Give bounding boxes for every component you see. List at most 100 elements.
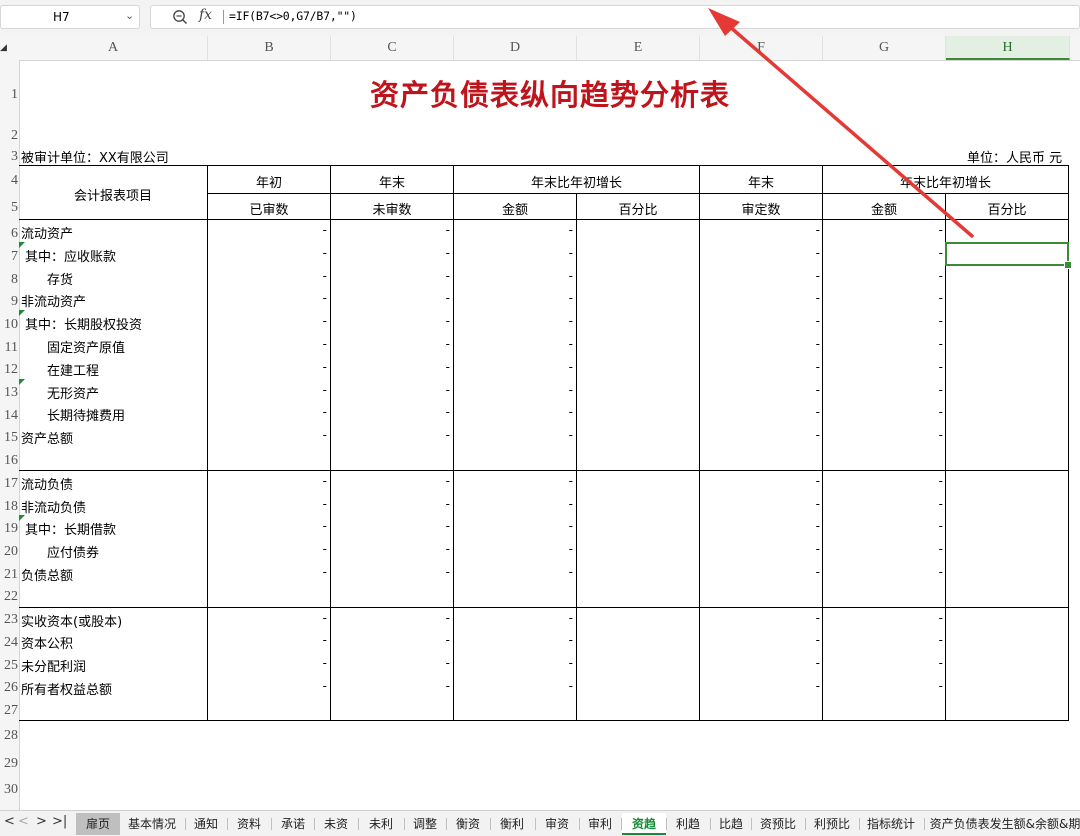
sheet-tab[interactable]: 未资 — [315, 813, 357, 835]
value-cell[interactable]: - — [319, 337, 327, 351]
sheet-tab[interactable]: 审利 — [580, 813, 620, 835]
value-cell[interactable]: - — [442, 291, 450, 305]
value-cell[interactable]: - — [935, 383, 943, 397]
value-cell[interactable]: - — [812, 428, 820, 442]
value-cell[interactable]: - — [442, 246, 450, 260]
value-cell[interactable]: - — [565, 679, 573, 693]
sheet-tab[interactable]: 通知 — [186, 813, 226, 835]
fx-icon[interactable]: fx — [199, 7, 212, 23]
row-header-16[interactable]: 16 — [0, 453, 18, 469]
sheet-tab[interactable]: 衡资 — [447, 813, 489, 835]
value-cell[interactable]: - — [565, 405, 573, 419]
value-cell[interactable]: - — [442, 428, 450, 442]
value-cell[interactable]: - — [812, 474, 820, 488]
row-header-27[interactable]: 27 — [0, 703, 18, 719]
sheet-tab[interactable]: 承诺 — [272, 813, 314, 835]
column-header-f[interactable]: F — [700, 36, 823, 60]
sheet-tab[interactable]: 衡利 — [491, 813, 533, 835]
value-cell[interactable]: - — [565, 656, 573, 670]
row-header-22[interactable]: 22 — [0, 589, 18, 605]
value-cell[interactable]: - — [565, 360, 573, 374]
row-header-12[interactable]: 12 — [0, 362, 18, 378]
value-cell[interactable]: - — [442, 656, 450, 670]
value-cell[interactable]: - — [565, 314, 573, 328]
row-header-26[interactable]: 26 — [0, 680, 18, 696]
value-cell[interactable]: - — [442, 360, 450, 374]
value-cell[interactable]: - — [935, 656, 943, 670]
value-cell[interactable]: - — [442, 314, 450, 328]
row-header-17[interactable]: 17 — [0, 476, 18, 492]
sheet-tab[interactable]: 资料 — [228, 813, 270, 835]
value-cell[interactable]: - — [565, 223, 573, 237]
value-cell[interactable]: - — [565, 497, 573, 511]
value-cell[interactable]: - — [442, 519, 450, 533]
value-cell[interactable]: - — [565, 565, 573, 579]
value-cell[interactable]: - — [812, 360, 820, 374]
value-cell[interactable]: - — [565, 291, 573, 305]
row-header-20[interactable]: 20 — [0, 544, 18, 560]
value-cell[interactable]: - — [442, 633, 450, 647]
value-cell[interactable]: - — [442, 337, 450, 351]
row-header-23[interactable]: 23 — [0, 612, 18, 628]
sheet-tab[interactable]: 基本情况 — [120, 813, 184, 835]
value-cell[interactable]: - — [935, 611, 943, 625]
sheet-tab[interactable]: 利趋 — [667, 813, 709, 835]
column-header-d[interactable]: D — [454, 36, 577, 60]
value-cell[interactable]: - — [935, 497, 943, 511]
value-cell[interactable]: - — [319, 633, 327, 647]
value-cell[interactable]: - — [812, 519, 820, 533]
row-header-21[interactable]: 21 — [0, 567, 18, 583]
fill-handle[interactable] — [1064, 261, 1072, 269]
value-cell[interactable]: - — [935, 291, 943, 305]
value-cell[interactable]: - — [935, 269, 943, 283]
sheet-tab[interactable]: 指标统计 — [860, 813, 922, 835]
row-header-19[interactable]: 19 — [0, 521, 18, 537]
select-all-corner[interactable]: ◢ — [0, 43, 7, 53]
value-cell[interactable]: - — [812, 269, 820, 283]
value-cell[interactable]: - — [812, 405, 820, 419]
value-cell[interactable]: - — [319, 656, 327, 670]
value-cell[interactable]: - — [319, 428, 327, 442]
value-cell[interactable]: - — [812, 565, 820, 579]
value-cell[interactable]: - — [565, 269, 573, 283]
value-cell[interactable]: - — [565, 337, 573, 351]
value-cell[interactable]: - — [565, 474, 573, 488]
value-cell[interactable]: - — [442, 223, 450, 237]
row-header-14[interactable]: 14 — [0, 408, 18, 424]
value-cell[interactable]: - — [442, 405, 450, 419]
column-header-h[interactable]: H — [946, 36, 1070, 60]
value-cell[interactable]: - — [319, 269, 327, 283]
value-cell[interactable]: - — [442, 474, 450, 488]
value-cell[interactable]: - — [812, 633, 820, 647]
value-cell[interactable]: - — [442, 497, 450, 511]
row-header-2[interactable]: 2 — [0, 128, 18, 144]
row-header-3[interactable]: 3 — [0, 149, 18, 165]
value-cell[interactable]: - — [565, 383, 573, 397]
sheet-tab[interactable]: 利预比 — [806, 813, 858, 835]
row-header-11[interactable]: 11 — [0, 340, 18, 356]
sheet-tab[interactable]: 资预比 — [752, 813, 804, 835]
tab-scroll-last[interactable]: >| — [52, 814, 67, 829]
tab-scroll-left-dim[interactable]: < — [4, 814, 15, 829]
column-header-c[interactable]: C — [331, 36, 454, 60]
row-header-1[interactable]: 1 — [0, 87, 18, 103]
value-cell[interactable]: - — [812, 611, 820, 625]
value-cell[interactable]: - — [319, 679, 327, 693]
row-header-18[interactable]: 18 — [0, 499, 18, 515]
formula-text[interactable]: =IF(B7<>0,G7/B7,"") — [229, 9, 357, 23]
row-header-15[interactable]: 15 — [0, 430, 18, 446]
tab-scroll-left[interactable]: < — [18, 814, 29, 829]
row-header-7[interactable]: 7 — [0, 249, 18, 265]
chevron-down-icon[interactable]: ⌄ — [125, 9, 134, 22]
value-cell[interactable]: - — [319, 611, 327, 625]
selected-cell-h7[interactable] — [945, 242, 1069, 266]
row-header-8[interactable]: 8 — [0, 272, 18, 288]
value-cell[interactable]: - — [319, 405, 327, 419]
value-cell[interactable]: - — [565, 611, 573, 625]
value-cell[interactable]: - — [442, 269, 450, 283]
value-cell[interactable]: - — [442, 679, 450, 693]
value-cell[interactable]: - — [812, 223, 820, 237]
value-cell[interactable]: - — [935, 633, 943, 647]
name-box[interactable]: H7 ⌄ — [0, 5, 140, 29]
row-header-10[interactable]: 10 — [0, 317, 18, 333]
